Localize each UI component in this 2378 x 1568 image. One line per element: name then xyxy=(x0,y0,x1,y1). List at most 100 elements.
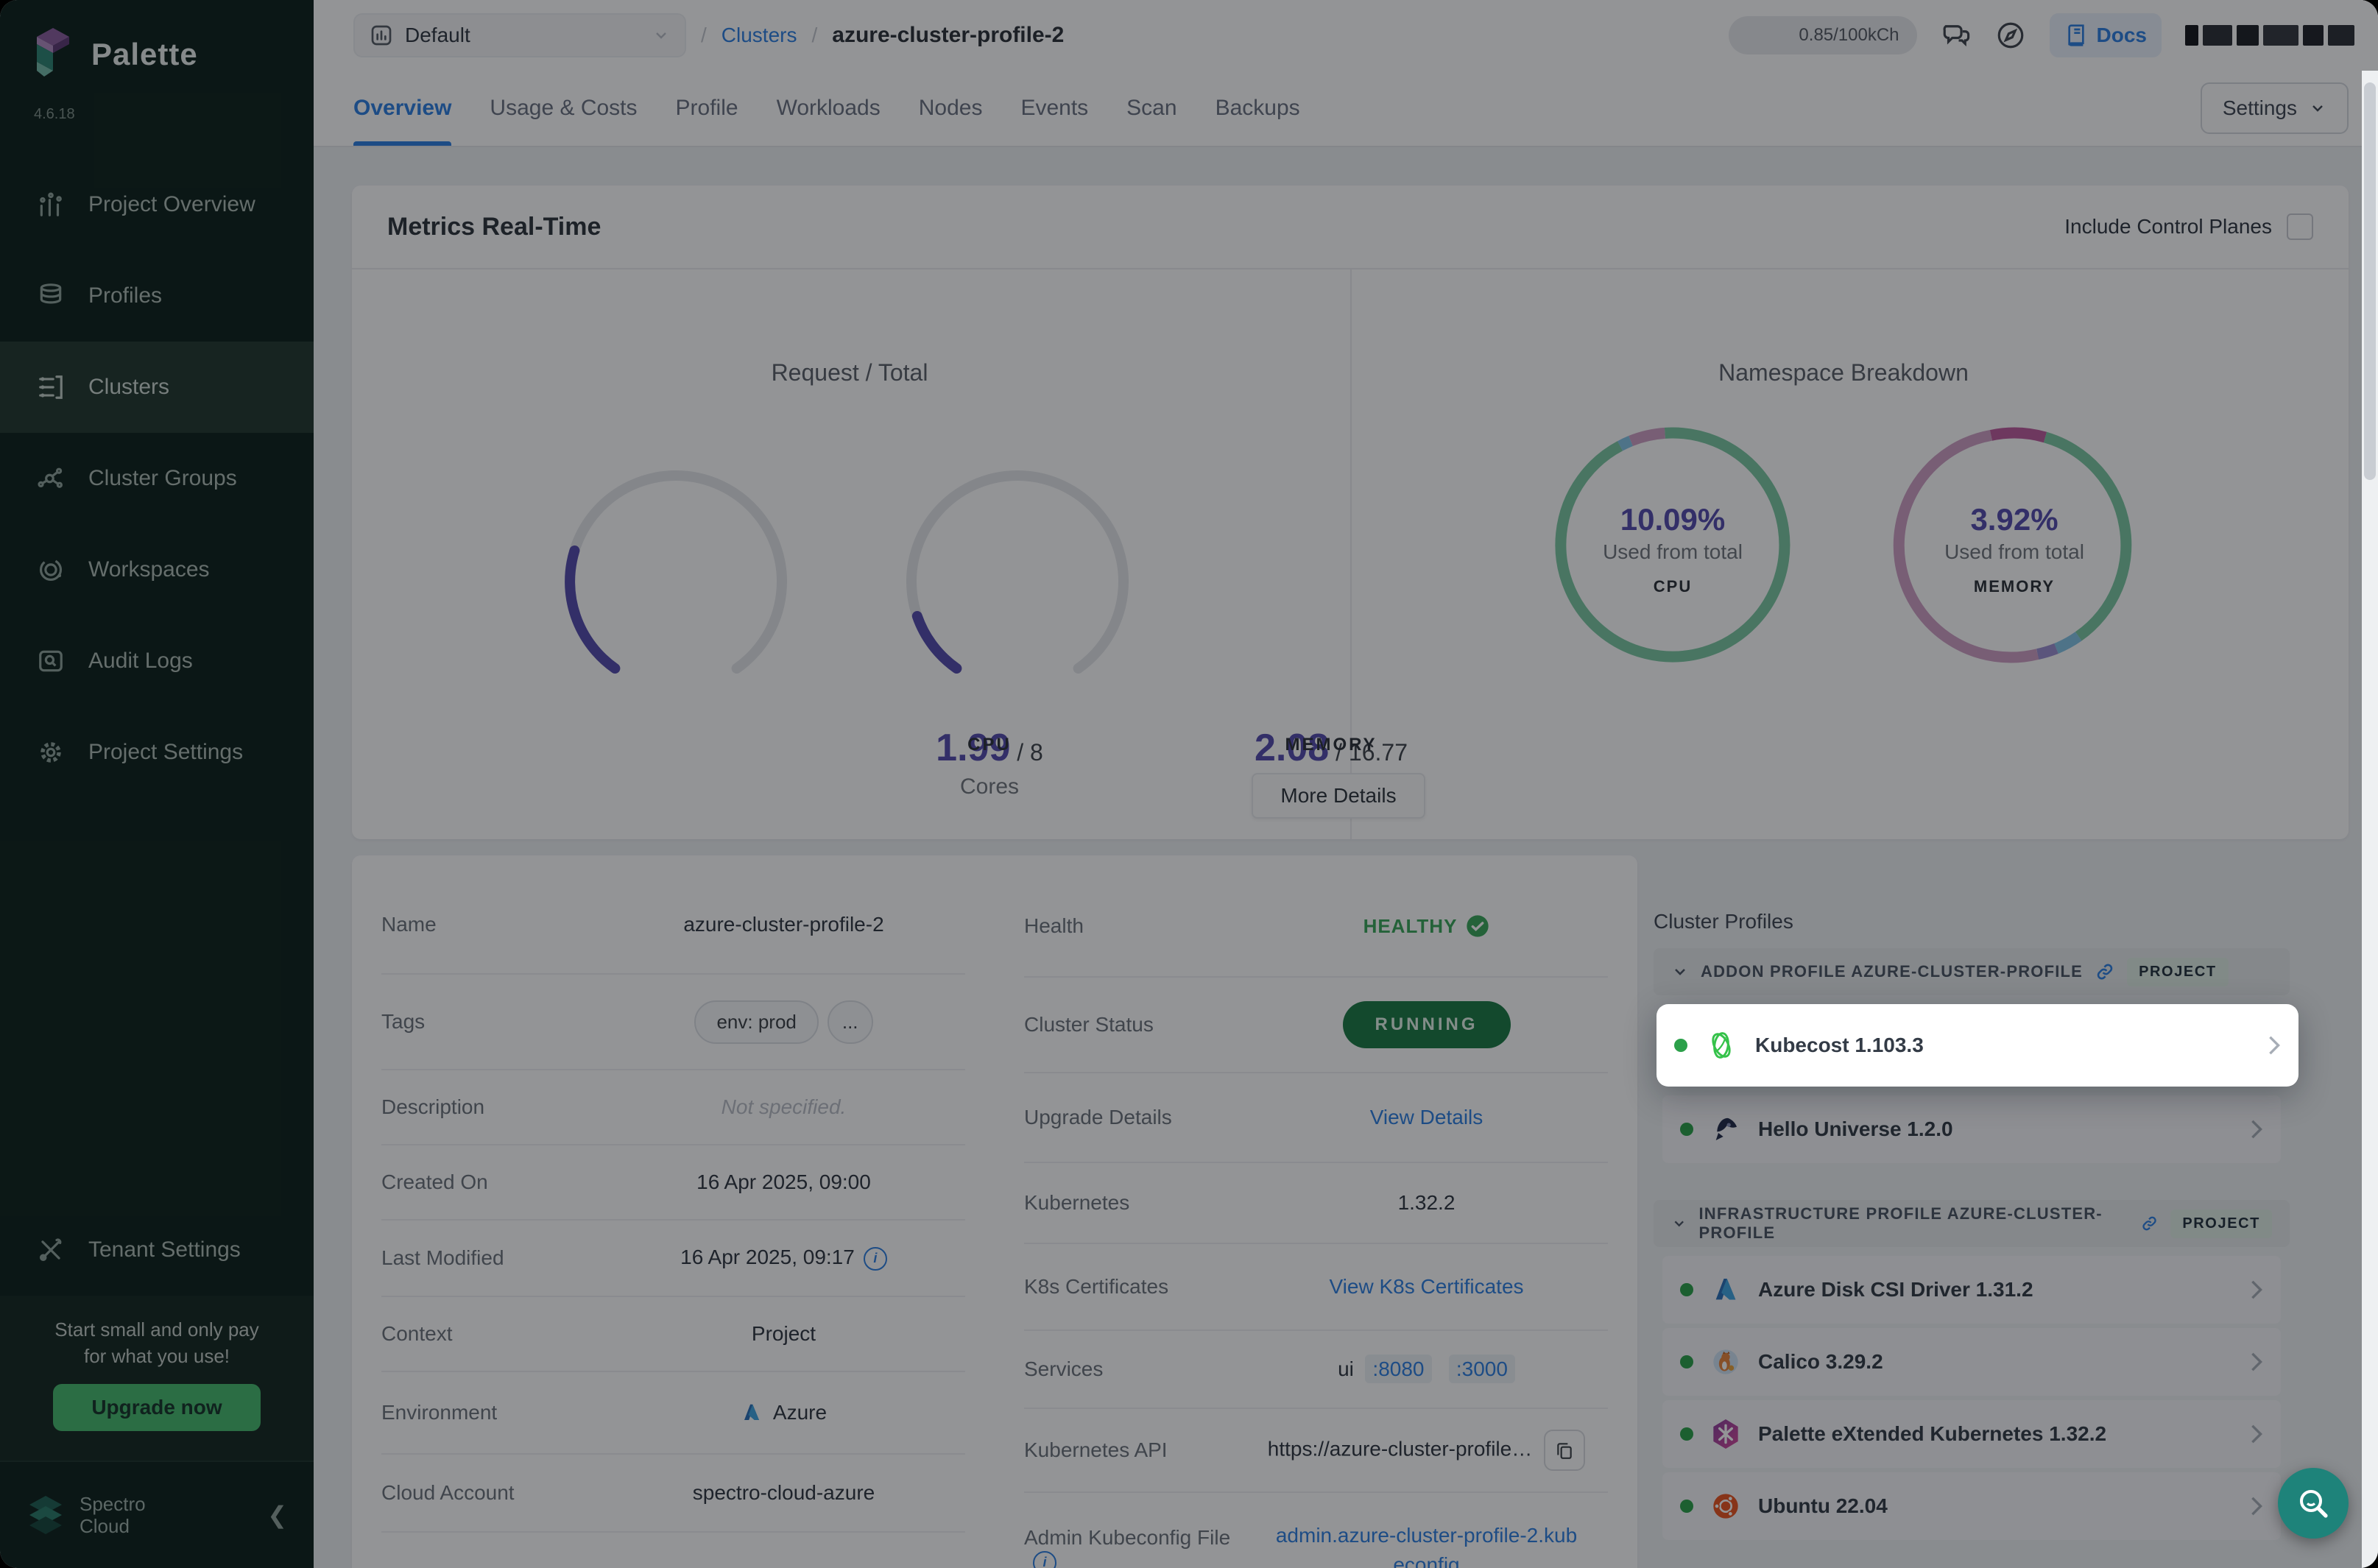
pack-status-dot xyxy=(1680,1500,1693,1513)
pack-name: Palette eXtended Kubernetes 1.32.2 xyxy=(1758,1422,2232,1446)
tab-workloads[interactable]: Workloads xyxy=(777,71,881,146)
search-icon xyxy=(2296,1486,2331,1521)
sidebar-item-audit-logs[interactable]: Audit Logs xyxy=(0,615,314,707)
include-control-planes-checkbox[interactable] xyxy=(2287,213,2313,240)
detail-row-name: Name azure-cluster-profile-2 xyxy=(381,876,965,975)
service-port-3000-link[interactable]: :3000 xyxy=(1449,1355,1515,1383)
project-scope-badge: PROJECT xyxy=(2127,958,2229,986)
chevron-down-icon xyxy=(2309,99,2326,117)
sidebar-item-tenant-settings[interactable]: Tenant Settings xyxy=(0,1204,314,1296)
topbar-actions: 0.85/100kCh Docs xyxy=(1729,13,2354,57)
tour-compass-button[interactable] xyxy=(1995,20,2026,51)
addon-profile-header[interactable]: ADDON PROFILE AZURE-CLUSTER-PROFILE PROJ… xyxy=(1654,948,2290,995)
service-port-8080-link[interactable]: :8080 xyxy=(1365,1355,1431,1383)
sidebar-item-cluster-groups[interactable]: Cluster Groups xyxy=(0,433,314,524)
tab-overview[interactable]: Overview xyxy=(353,71,451,146)
tab-scan[interactable]: Scan xyxy=(1126,71,1176,146)
profile-pack-kubecost[interactable]: Kubecost 1.103.3 xyxy=(1657,1004,2298,1087)
kubecost-icon xyxy=(1705,1029,1737,1062)
include-control-planes: Include Control Planes xyxy=(2064,213,2313,240)
cluster-profiles-panel: Cluster Profiles ADDON PROFILE AZURE-CLU… xyxy=(1654,910,2290,1568)
audit-logs-icon xyxy=(37,647,65,675)
tab-events[interactable]: Events xyxy=(1020,71,1088,146)
cpu-gauge-chart xyxy=(558,464,794,699)
include-control-planes-label: Include Control Planes xyxy=(2064,215,2272,239)
copy-icon xyxy=(1555,1441,1574,1460)
tab-usage-costs[interactable]: Usage & Costs xyxy=(490,71,637,146)
infrastructure-profile-section: INFRASTRUCTURE PROFILE AZURE-CLUSTER-PRO… xyxy=(1654,1200,2290,1553)
detail-row-architecture: Architecture AMD64 xyxy=(381,1533,965,1568)
profile-pack-ubuntu[interactable]: Ubuntu 22.04 xyxy=(1662,1472,2281,1540)
profile-pack-calico[interactable]: Calico 3.29.2 xyxy=(1662,1328,2281,1396)
detail-row-environment: Environment Azure xyxy=(381,1372,965,1455)
breadcrumb-separator: / xyxy=(701,24,707,47)
user-name-redacted[interactable] xyxy=(2185,25,2354,46)
upgrade-now-button[interactable]: Upgrade now xyxy=(53,1384,260,1431)
profile-pack-palette-extended-kubernetes[interactable]: Palette eXtended Kubernetes 1.32.2 xyxy=(1662,1400,2281,1468)
info-icon[interactable]: i xyxy=(1033,1551,1056,1568)
details-right-column: Health HEALTHY Cluster Status RUNNING Up… xyxy=(1024,876,1608,1568)
sidebar-item-workspaces[interactable]: Workspaces xyxy=(0,524,314,615)
more-details-button[interactable]: More Details xyxy=(1252,773,1425,819)
memory-donut-center: 3.92% Used from total MEMORY xyxy=(1944,502,2084,596)
profile-pack-azure-disk-csi[interactable]: Azure Disk CSI Driver 1.31.2 xyxy=(1662,1256,2281,1324)
collapse-sidebar-icon[interactable]: ❮ xyxy=(267,1501,287,1529)
page-scrollbar[interactable] xyxy=(2362,71,2378,1568)
request-total-title: Request / Total xyxy=(772,359,928,386)
cluster-profiles-title: Cluster Profiles xyxy=(1654,910,2290,933)
tags-more-button[interactable]: ... xyxy=(828,1000,873,1044)
sidebar-item-label: Audit Logs xyxy=(88,649,193,674)
scrollbar-thumb[interactable] xyxy=(2364,82,2376,480)
spectro-cloud-logo xyxy=(27,1493,65,1537)
settings-button[interactable]: Settings xyxy=(2201,82,2349,134)
info-icon[interactable]: i xyxy=(864,1247,887,1271)
usage-quota-pill[interactable]: 0.85/100kCh xyxy=(1729,16,1917,54)
clusters-icon xyxy=(37,373,65,401)
project-selector[interactable]: Default xyxy=(353,13,686,57)
view-details-link[interactable]: View Details xyxy=(1370,1106,1483,1129)
detail-row-k8s-certificates: K8s Certificates View K8s Certificates xyxy=(1024,1244,1608,1331)
breadcrumb-clusters-link[interactable]: Clusters xyxy=(721,24,797,47)
chevron-right-icon xyxy=(2250,1496,2263,1516)
addon-profile-section: ADDON PROFILE AZURE-CLUSTER-PROFILE PROJ… xyxy=(1654,948,2290,1176)
pack-name: Calico 3.29.2 xyxy=(1758,1350,2232,1374)
sidebar-item-project-settings[interactable]: Project Settings xyxy=(0,707,314,798)
cluster-details-card: Name azure-cluster-profile-2 Tags env: p… xyxy=(352,855,1637,1568)
chevron-right-icon xyxy=(2250,1424,2263,1444)
pack-status-dot xyxy=(1680,1427,1693,1441)
project-icon xyxy=(370,24,393,47)
sidebar-item-label: Clusters xyxy=(88,375,169,400)
project-overview-icon xyxy=(37,191,65,219)
pack-name: Hello Universe 1.2.0 xyxy=(1758,1117,2232,1141)
admin-kubeconfig-link[interactable]: admin.azure-cluster-profile-2.kubeconfig xyxy=(1272,1521,1581,1568)
palette-app-window: Palette 4.6.18 Project Overview Profiles xyxy=(0,0,2378,1568)
pack-name: Kubecost 1.103.3 xyxy=(1755,1034,2250,1057)
profiles-icon xyxy=(37,282,65,310)
view-k8s-certificates-link[interactable]: View K8s Certificates xyxy=(1329,1275,1523,1298)
sidebar-footer: Spectro Cloud ❮ xyxy=(0,1461,314,1568)
sidebar-item-profiles[interactable]: Profiles xyxy=(0,250,314,342)
help-search-fab[interactable] xyxy=(2278,1468,2349,1539)
feedback-chat-button[interactable] xyxy=(1941,20,1972,51)
sidebar-item-project-overview[interactable]: Project Overview xyxy=(0,159,314,250)
pack-status-dot xyxy=(1674,1039,1687,1052)
tab-profile[interactable]: Profile xyxy=(676,71,738,146)
detail-row-admin-kubeconfig: Admin Kubeconfig Filei admin.azure-clust… xyxy=(1024,1493,1608,1568)
tab-backups[interactable]: Backups xyxy=(1216,71,1300,146)
tab-nodes[interactable]: Nodes xyxy=(919,71,983,146)
pxk-icon xyxy=(1711,1418,1740,1450)
memory-gauge-chart xyxy=(900,464,1135,699)
pack-status-dot xyxy=(1680,1355,1693,1369)
detail-row-services: Services ui :8080 :3000 xyxy=(1024,1331,1608,1409)
detail-row-description: Description Not specified. xyxy=(381,1070,965,1145)
promo-text: Start small and only payfor what you use… xyxy=(21,1316,293,1369)
pack-name: Azure Disk CSI Driver 1.31.2 xyxy=(1758,1278,2232,1302)
infrastructure-profile-header[interactable]: INFRASTRUCTURE PROFILE AZURE-CLUSTER-PRO… xyxy=(1654,1200,2290,1247)
copy-api-url-button[interactable] xyxy=(1544,1430,1585,1471)
tag-env-prod[interactable]: env: prod xyxy=(694,1000,818,1044)
sidebar-item-clusters[interactable]: Clusters xyxy=(0,342,314,433)
app-version: 4.6.18 xyxy=(34,106,75,123)
docs-button[interactable]: Docs xyxy=(2050,13,2162,57)
profile-pack-hello-universe[interactable]: Hello Universe 1.2.0 xyxy=(1662,1095,2281,1163)
chevron-right-icon xyxy=(2268,1035,2281,1056)
